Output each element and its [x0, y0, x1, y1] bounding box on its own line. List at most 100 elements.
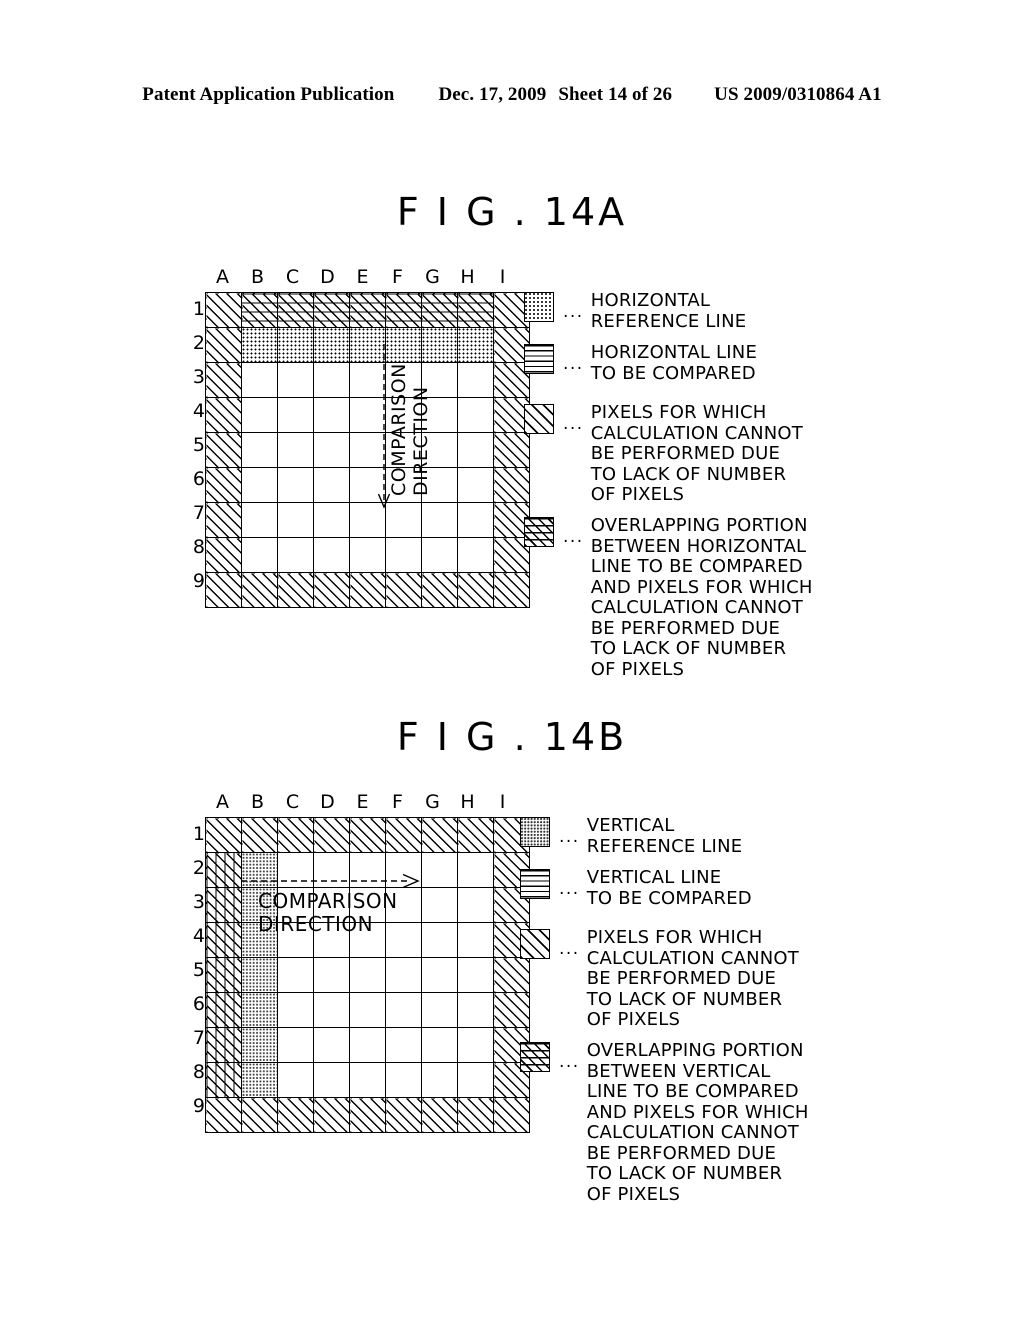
grid-cell-D1 [313, 292, 350, 328]
legend-item-2: ... VERTICAL LINE TO BE COMPARED [520, 867, 752, 909]
column-header-b: B [250, 266, 265, 288]
legend-label: HORIZONTAL LINE TO BE COMPARED [590, 342, 758, 384]
grid-cell-H1 [457, 292, 494, 328]
grid-cell-G4 [421, 922, 458, 958]
grid-cell-G5 [421, 957, 458, 993]
legend-item-3: ... PIXELS FOR WHICH CALCULATION CANNOT B… [524, 402, 803, 506]
figure-14b-comparison-arrow-icon [241, 873, 420, 889]
grid-cell-B9 [241, 1097, 278, 1133]
grid-cell-G1 [421, 817, 458, 853]
figure-14b-row-headers: 1 2 3 4 5 6 7 8 9 [181, 817, 205, 1123]
grid-cell-C6 [277, 467, 314, 503]
row-header-6: 6 [192, 993, 205, 1015]
grid-cell-C6 [277, 992, 314, 1028]
grid-cell-H3 [457, 887, 494, 923]
grid-cell-F9 [385, 1097, 422, 1133]
header-patent-number: US 2009/0310864 A1 [714, 84, 882, 105]
row-header-3: 3 [192, 891, 205, 913]
legend-label: OVERLAPPING PORTION BETWEEN VERTICAL LIN… [586, 1040, 809, 1205]
grid-cell-D7 [313, 1027, 350, 1063]
column-header-i: I [499, 791, 506, 813]
grid-cell-G7 [421, 1027, 458, 1063]
grid-cell-D8 [313, 1062, 350, 1098]
grid-cell-D5 [313, 432, 350, 468]
column-header-f: F [392, 266, 403, 288]
grid-cell-A6 [205, 992, 242, 1028]
column-header-f: F [392, 791, 403, 813]
figure-14a-column-headers: ABCDE FGH I [205, 264, 520, 290]
figure-14a-direction-label: DIRECTION [410, 386, 432, 496]
grid-cell-B1 [241, 817, 278, 853]
grid-cell-D5 [313, 957, 350, 993]
column-header-g: G [425, 791, 440, 813]
row-header-9: 9 [192, 570, 205, 592]
grid-cell-A9 [205, 1097, 242, 1133]
row-header-7: 7 [192, 502, 205, 524]
grid-cell-G8 [421, 1062, 458, 1098]
grid-cell-G2 [421, 327, 458, 363]
grid-cell-D1 [313, 817, 350, 853]
legend-label: HORIZONTAL REFERENCE LINE [590, 290, 747, 332]
grid-row [205, 327, 530, 363]
grid-cell-C8 [277, 1062, 314, 1098]
figure-14b-column-headers: ABCDE FGH I [205, 789, 520, 815]
row-header-8: 8 [192, 536, 205, 558]
grid-cell-G6 [421, 992, 458, 1028]
grid-cell-C7 [277, 1027, 314, 1063]
grid-cell-A2 [205, 327, 242, 363]
grid-cell-E6 [349, 992, 386, 1028]
grid-cell-A2 [205, 852, 242, 888]
grid-cell-H3 [457, 362, 494, 398]
grid-cell-E1 [349, 817, 386, 853]
grid-cell-B8 [241, 537, 278, 573]
grid-cell-F6 [385, 992, 422, 1028]
grid-cell-D2 [313, 327, 350, 363]
grid-cell-A7 [205, 1027, 242, 1063]
grid-cell-E9 [349, 572, 386, 608]
row-header-7: 7 [192, 1027, 205, 1049]
grid-cell-C3 [277, 362, 314, 398]
column-header-a: A [216, 266, 229, 288]
column-header-h: H [460, 791, 475, 813]
legend-separator: ... [559, 939, 580, 959]
grid-cell-B4 [241, 397, 278, 433]
grid-cell-A9 [205, 572, 242, 608]
grid-cell-B6 [241, 992, 278, 1028]
grid-cell-C7 [277, 502, 314, 538]
grid-cell-D6 [313, 992, 350, 1028]
grid-row [205, 1027, 530, 1063]
figure-14a: F I G . 14A ABCDEFGHI 123456789 COMPARIS… [0, 190, 1024, 679]
grid-cell-H8 [457, 1062, 494, 1098]
grid-cell-C4 [277, 397, 314, 433]
legend-swatch-dots-icon [524, 292, 554, 322]
grid-cell-C9 [277, 1097, 314, 1133]
figure-14a-comparison-arrow-icon [377, 344, 391, 509]
grid-cell-H4 [457, 397, 494, 433]
grid-row [205, 817, 530, 853]
legend-swatch-dots-v-icon [520, 817, 550, 847]
grid-cell-D4 [313, 397, 350, 433]
grid-cell-C1 [277, 292, 314, 328]
grid-cell-A3 [205, 887, 242, 923]
header-sheet: Sheet 14 of 26 [558, 84, 673, 105]
grid-cell-E9 [349, 1097, 386, 1133]
row-header-8: 8 [192, 1061, 205, 1083]
column-header-c: C [285, 266, 300, 288]
grid-cell-H7 [457, 502, 494, 538]
row-header-5: 5 [192, 434, 205, 456]
grid-cell-H6 [457, 467, 494, 503]
grid-row [205, 572, 530, 608]
grid-cell-B3 [241, 362, 278, 398]
grid-cell-B5 [241, 432, 278, 468]
grid-cell-E5 [349, 957, 386, 993]
grid-cell-C8 [277, 537, 314, 573]
column-header-d: D [320, 266, 335, 288]
figure-14a-title: F I G . 14A [396, 190, 628, 234]
grid-row [205, 467, 530, 503]
page-header: Patent Application Publication Dec. 17, … [0, 84, 1024, 106]
grid-cell-D6 [313, 467, 350, 503]
grid-cell-F8 [385, 537, 422, 573]
grid-cell-H2 [457, 327, 494, 363]
grid-cell-G7 [421, 502, 458, 538]
grid-cell-H6 [457, 992, 494, 1028]
